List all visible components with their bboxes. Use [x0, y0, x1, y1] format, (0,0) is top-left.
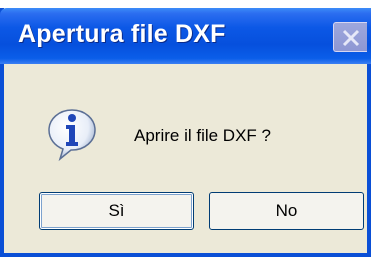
- close-icon: [342, 29, 360, 47]
- dialog-title: Apertura file DXF: [18, 20, 226, 48]
- no-button[interactable]: No: [209, 192, 364, 230]
- yes-button[interactable]: Sì: [39, 192, 194, 230]
- title-bar[interactable]: Apertura file DXF: [0, 8, 371, 64]
- info-icon: [44, 106, 100, 167]
- dialog-message: Aprire il file DXF ?: [134, 126, 271, 145]
- dialog-window: Apertura file DXF Aprire il file DXF ? S…: [0, 8, 371, 257]
- close-button[interactable]: [333, 22, 367, 52]
